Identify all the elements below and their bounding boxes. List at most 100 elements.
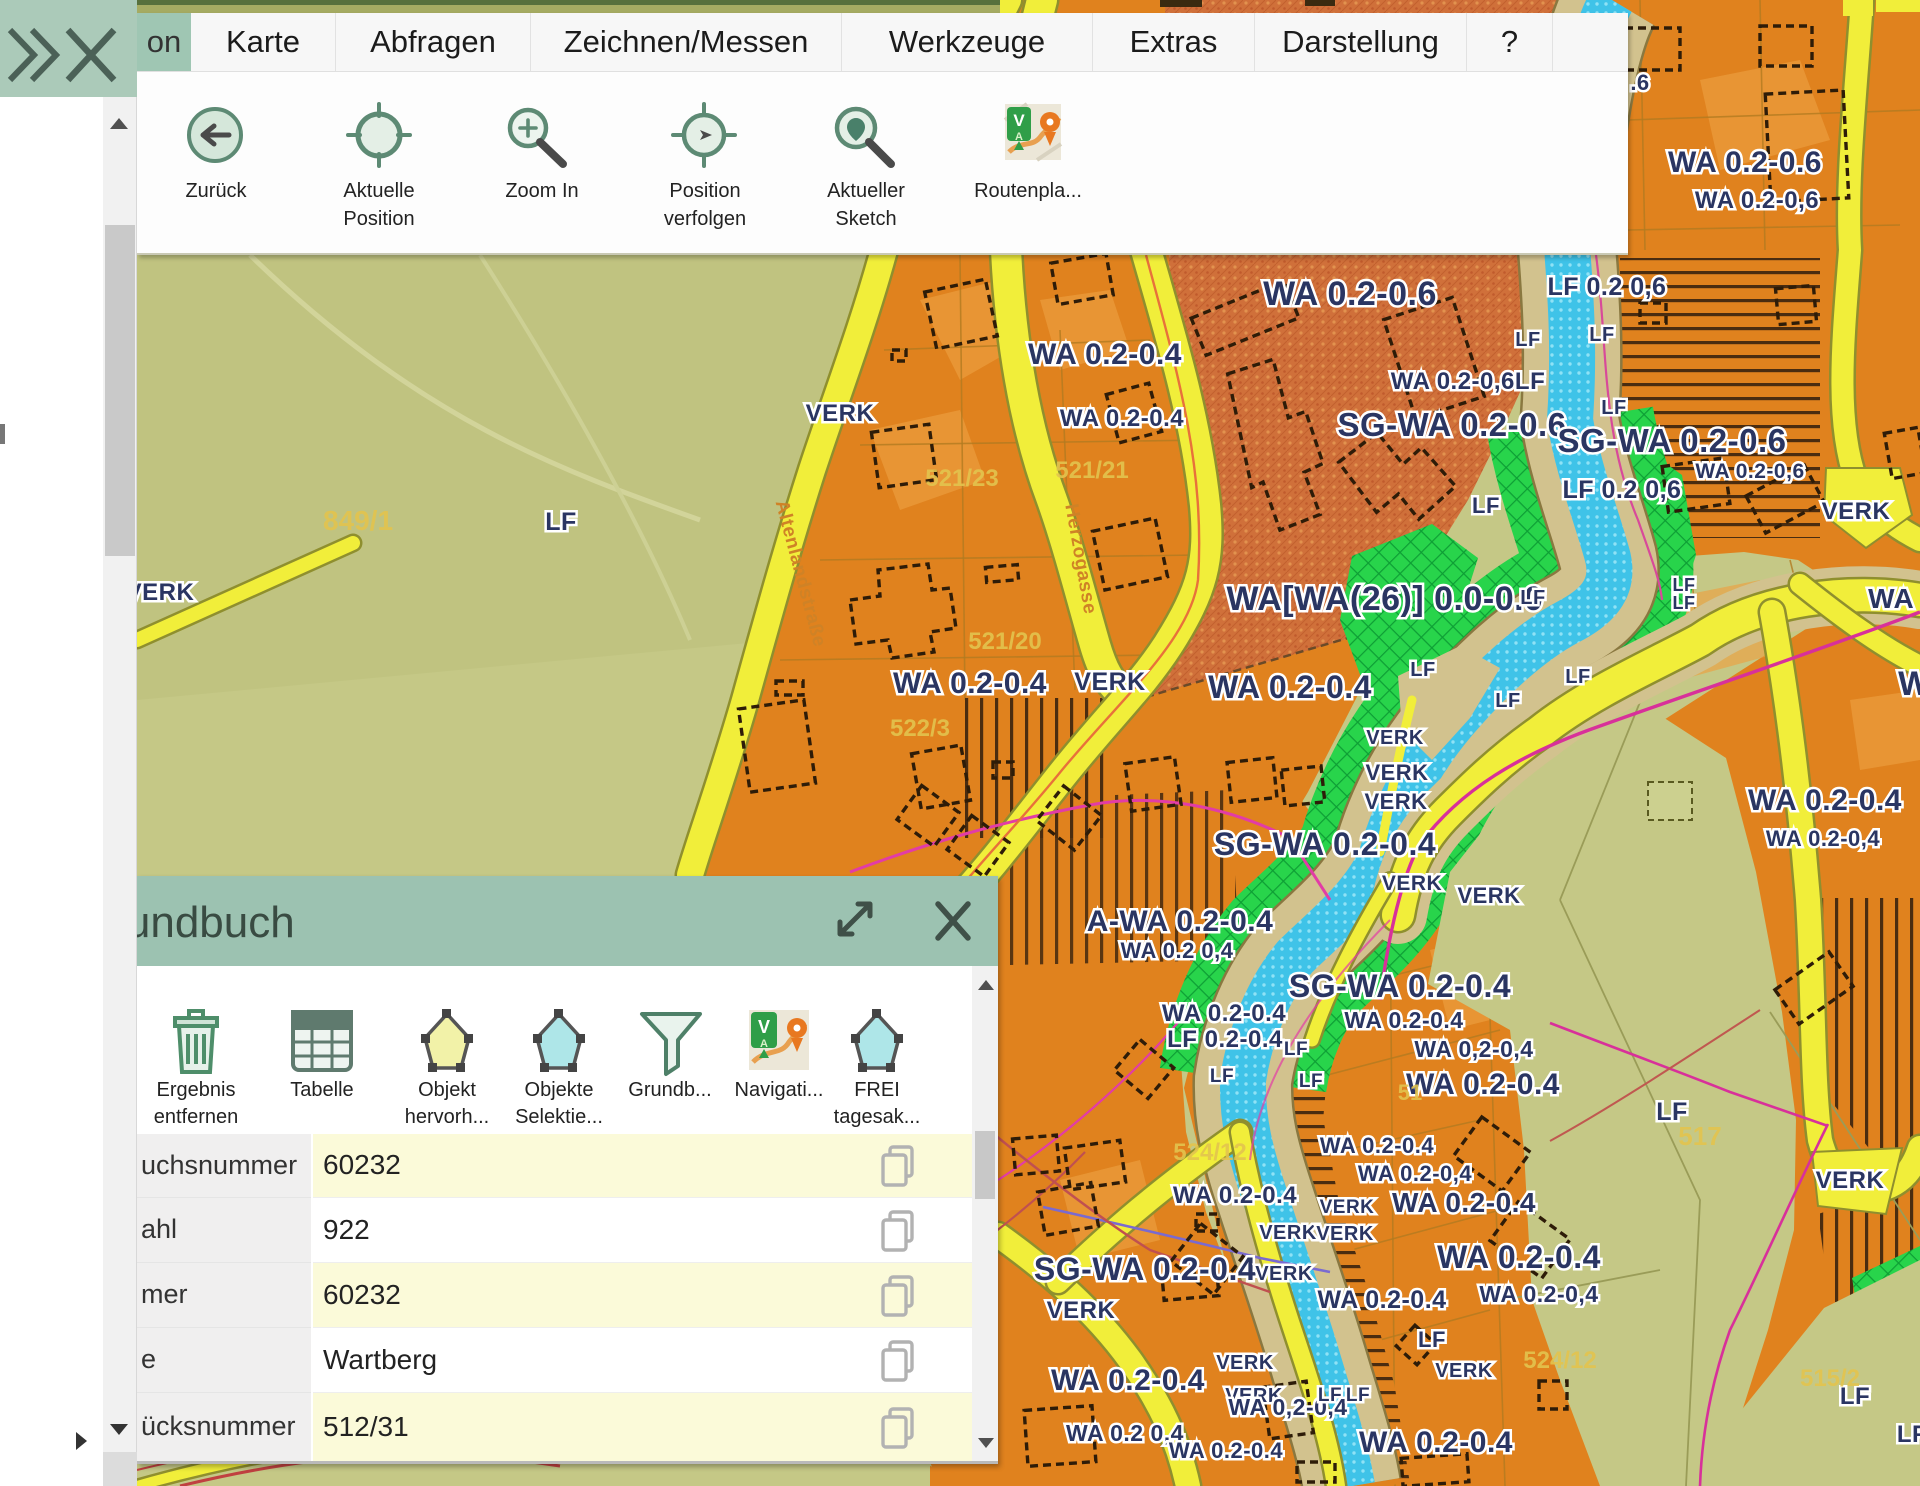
svg-text:521/23: 521/23 [925,465,998,492]
svg-text:WA 0.2-0.4: WA 0.2-0.4 [1320,1133,1434,1158]
svg-text:WA 0.2-0.4: WA 0.2-0.4 [1344,1007,1463,1033]
svg-text:521/20: 521/20 [968,628,1041,655]
svg-text:V: V [758,1017,770,1037]
svg-text:Position: Position [669,180,740,202]
svg-text:WA 0.2 0,4: WA 0.2 0,4 [1066,1420,1184,1446]
svg-text:VERK: VERK [1382,872,1442,895]
svg-text:Position: Position [343,208,414,230]
svg-text:Aktueller: Aktueller [827,180,905,202]
svg-text:LF: LF [1673,575,1696,595]
svg-text:WA 0.2-0.4: WA 0.2-0.4 [1437,1239,1601,1275]
svg-text:521/21: 521/21 [1055,457,1128,484]
svg-text:515/2: 515/2 [1800,1365,1860,1392]
svg-text:WA 0.2-0.4: WA 0.2-0.4 [1162,1000,1286,1027]
svg-text:WA 0.2-0.4: WA 0.2-0.4 [1028,338,1182,371]
svg-text:VERK: VERK [1259,1222,1317,1244]
svg-text:51: 51 [1398,1080,1422,1105]
svg-text:WA 0.2-0.4: WA 0.2-0.4 [1317,1286,1446,1314]
svg-text:LF: LF [1897,1421,1920,1448]
svg-text:VERK: VERK [1364,789,1427,814]
svg-text:Objekt: Objekt [418,1079,476,1101]
svg-text:verfolgen: verfolgen [664,208,746,230]
svg-text:LF: LF [1515,329,1540,351]
svg-text:entfernen: entfernen [154,1106,239,1128]
svg-text:LF 0.2 0,6: LF 0.2 0,6 [1563,476,1682,504]
svg-text:WA 0.2-0.4: WA 0.2-0.4 [1060,405,1184,432]
svg-text:VERK: VERK [1457,883,1520,908]
svg-text:VERK: VERK [1320,1197,1375,1218]
svg-text:WA 0.2-0.4: WA 0.2-0.4 [1173,1182,1297,1209]
svg-text:LF 0.2 0,6: LF 0.2 0,6 [1548,273,1667,301]
svg-text:VERK: VERK [1365,760,1428,785]
svg-text:WA 0.2: WA 0.2 [1868,583,1920,614]
svg-text:WA 0.2-0.4: WA 0.2-0.4 [1748,784,1902,817]
svg-text:WA[WA(26)] 0.0-0.0: WA[WA(26)] 0.0-0.0 [1227,580,1544,618]
svg-text:LF: LF [1284,1039,1308,1060]
svg-text:SG-WA 0.2-0.6: SG-WA 0.2-0.6 [1337,406,1566,443]
svg-text:Objekte: Objekte [525,1079,594,1101]
svg-text:Routenpla...: Routenpla... [974,180,1082,202]
svg-text:LF: LF [1565,666,1590,688]
svg-text:LF: LF [1346,1385,1370,1406]
svg-text:SG-WA 0.2-0.4: SG-WA 0.2-0.4 [1034,1251,1256,1287]
svg-text:Zurück: Zurück [185,180,247,202]
svg-text:LF: LF [545,508,577,536]
svg-text:LF: LF [1318,1385,1342,1406]
svg-text:LF: LF [1520,587,1545,609]
svg-text:VERK: VERK [1822,498,1891,525]
svg-text:WA 0.2-0.4: WA 0.2-0.4 [1169,1438,1283,1463]
svg-text:LF: LF [1495,690,1520,712]
svg-text:WA 0.2-0,4: WA 0.2-0,4 [1358,1161,1472,1186]
svg-text:Tabelle: Tabelle [290,1079,353,1101]
svg-text:LF: LF [1299,1071,1323,1092]
svg-text:WA 0,2-0,4: WA 0,2-0,4 [1414,1036,1533,1062]
svg-text:WA 0.2-0.4: WA 0.2-0.4 [893,667,1047,700]
svg-text:WA 0.2-0.4: WA 0.2-0.4 [1051,1364,1205,1397]
svg-text:V: V [1013,111,1025,130]
svg-text:VERK: VERK [1047,1297,1116,1324]
svg-text:A-WA 0.2-0.4: A-WA 0.2-0.4 [1087,905,1274,938]
svg-text:LF: LF [1589,324,1614,346]
svg-text:Selektie...: Selektie... [515,1106,603,1128]
svg-text:LF: LF [1418,1327,1446,1352]
svg-text:VERK: VERK [1366,727,1424,749]
svg-text:WA 0.2-0.4: WA 0.2-0.4 [1392,1187,1536,1218]
svg-text:WA 0.2-0.4: WA 0.2-0.4 [1406,1068,1560,1101]
svg-text:Ergebnis: Ergebnis [157,1079,236,1101]
svg-text:LF: LF [1410,659,1435,681]
svg-text:517: 517 [1678,1121,1721,1151]
svg-text:LF: LF [1210,1066,1234,1087]
svg-text:LF: LF [1601,397,1626,419]
svg-text:VERK: VERK [1816,1167,1885,1194]
svg-text:Grundb...: Grundb... [628,1079,711,1101]
svg-text:VERK: VERK [806,400,875,427]
svg-text:SG-WA 0.2-0.6: SG-WA 0.2-0.6 [1557,422,1786,459]
svg-text:WA 0.2-0,6LF: WA 0.2-0,6LF [1391,368,1545,395]
svg-text:hervorh...: hervorh... [405,1106,489,1128]
svg-text:WA 0.2 0,4: WA 0.2 0,4 [1120,938,1233,963]
svg-text:VERK: VERK [1074,668,1145,696]
svg-text:Zoom In: Zoom In [505,180,578,202]
svg-text:SG-WA 0.2-0.4: SG-WA 0.2-0.4 [1289,968,1511,1004]
svg-text:VERK: VERK [1316,1223,1374,1245]
svg-text:VERK: VERK [1435,1360,1493,1382]
svg-text:WA 0.2-0.4: WA 0.2-0.4 [1359,1426,1513,1459]
svg-text:WA 0.2-0,4: WA 0.2-0,4 [1766,826,1880,851]
svg-text:524/12: 524/12 [1523,1347,1596,1374]
svg-text:WA 0.: WA 0. [1898,665,1920,703]
svg-text:.6: .6 [1630,70,1649,95]
svg-text:WA 0.2-0,4: WA 0.2-0,4 [1479,1281,1598,1307]
svg-text:Sketch: Sketch [835,208,896,230]
svg-text:849/1: 849/1 [323,505,393,536]
svg-text:VERK: VERK [1216,1352,1274,1374]
svg-text:Aktuelle: Aktuelle [343,180,414,202]
svg-text:VERK: VERK [1255,1263,1313,1285]
svg-text:tagesak...: tagesak... [834,1106,921,1128]
svg-text:A: A [760,1038,768,1050]
svg-text:WA 0.2-0,6: WA 0.2-0,6 [1695,460,1804,483]
svg-text:WA 0.2-0.4: WA 0.2-0.4 [1208,669,1372,705]
svg-text:522/3: 522/3 [890,715,950,742]
svg-text:SG-WA 0.2-0.4: SG-WA 0.2-0.4 [1214,826,1436,862]
svg-text:LF 0.2-0.4: LF 0.2-0.4 [1167,1026,1283,1053]
svg-text:FREI: FREI [854,1079,900,1101]
